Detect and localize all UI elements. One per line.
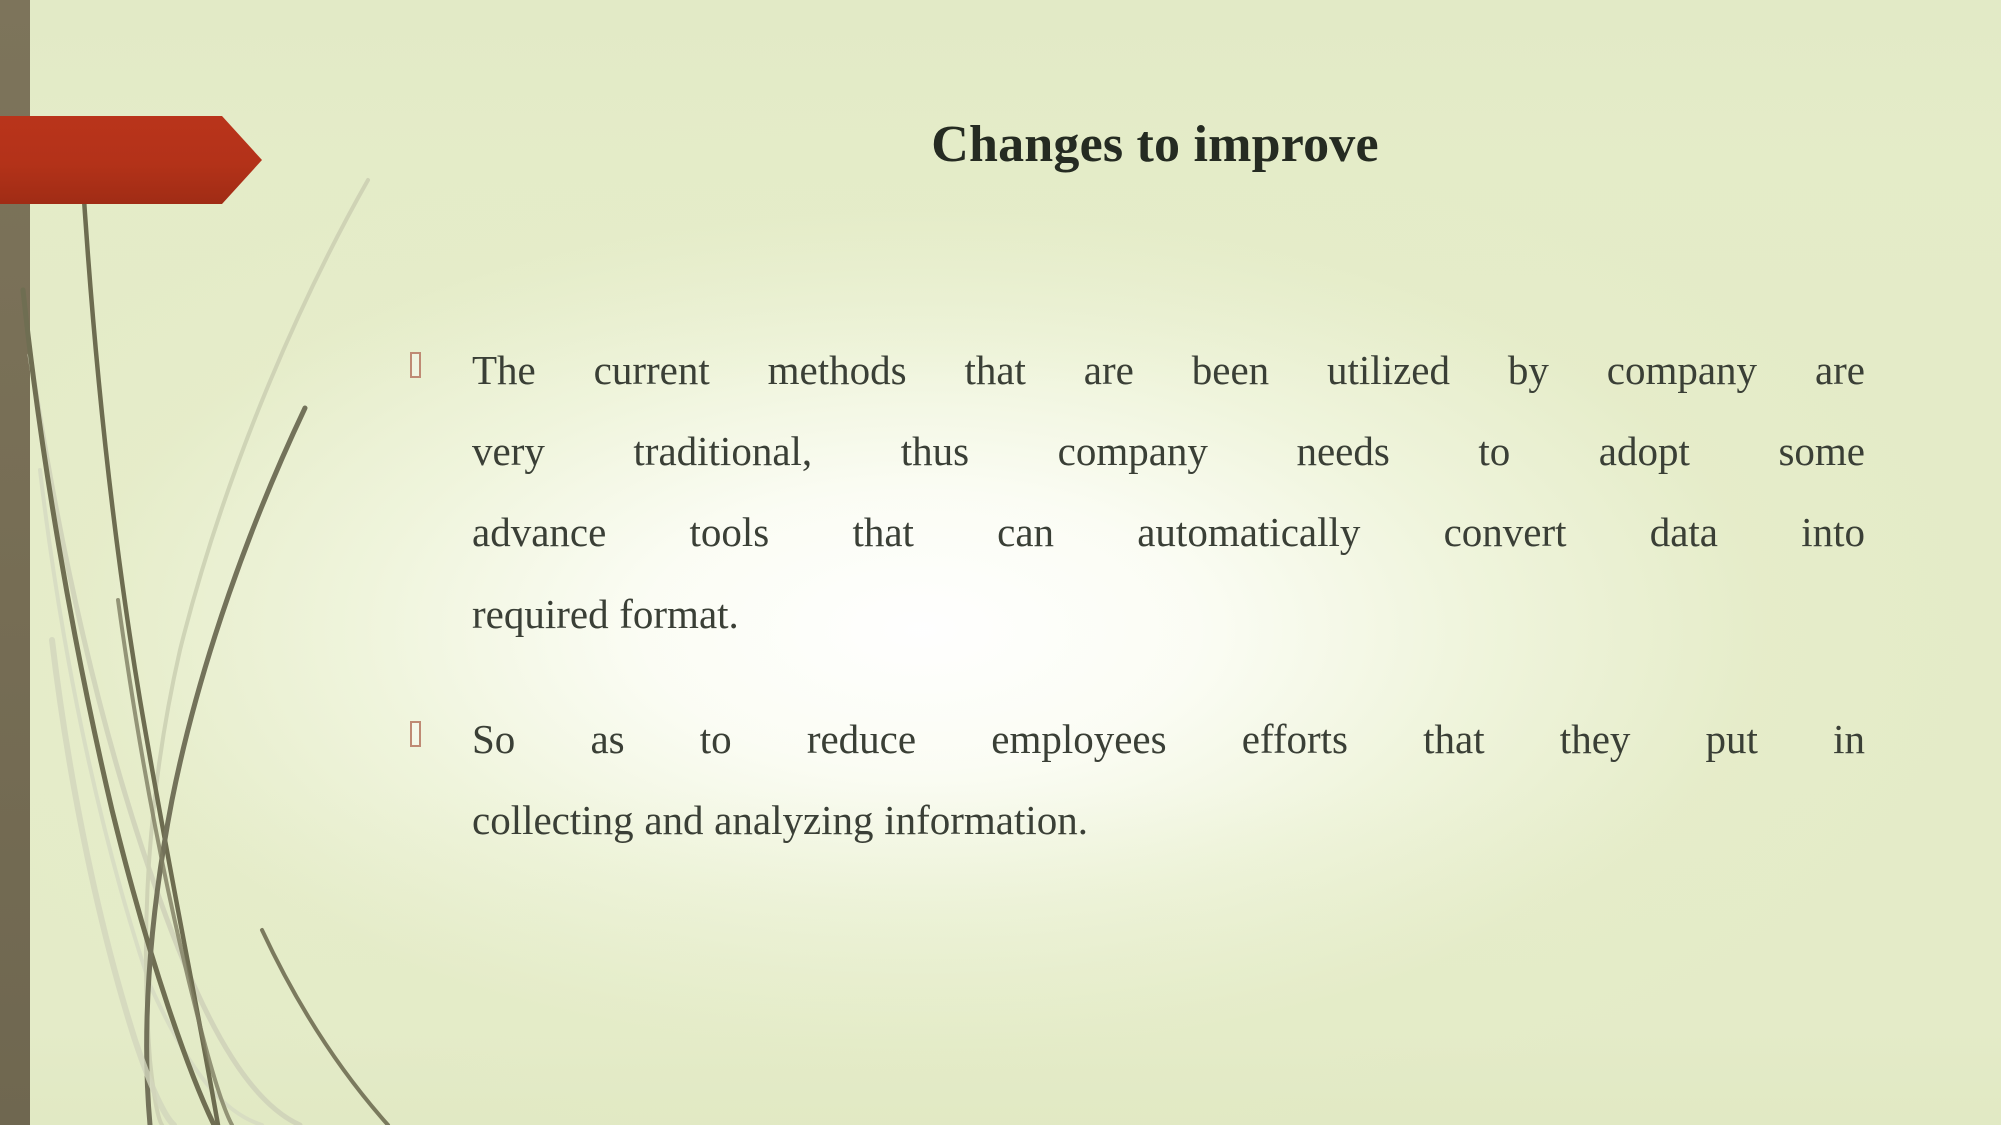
bullet-item: So as to reduce employees efforts that t… bbox=[410, 699, 1865, 861]
slide-body: The current methods that are been utiliz… bbox=[410, 330, 1865, 861]
slide-title: Changes to improve bbox=[931, 116, 1379, 173]
bullet-paragraph: So as to reduce employees efforts that t… bbox=[472, 699, 1865, 861]
bullet-line: So as to reduce employees efforts that t… bbox=[472, 715, 1865, 762]
tofu-box-bullet-icon bbox=[410, 352, 428, 383]
tofu-box-bullet-icon bbox=[410, 720, 428, 752]
bullet-item: The current methods that are been utiliz… bbox=[410, 330, 1865, 655]
bullet-paragraph: The current methods that are been utiliz… bbox=[472, 330, 1865, 655]
red-arrow-banner bbox=[0, 116, 262, 204]
bullet-line: required format. bbox=[472, 590, 739, 637]
bullet-line: very traditional, thus company needs to … bbox=[472, 428, 1865, 475]
bullet-line: advance tools that can automatically con… bbox=[472, 509, 1865, 556]
bullet-line: collecting and analyzing information. bbox=[472, 796, 1089, 843]
bullet-line: The current methods that are been utiliz… bbox=[472, 347, 1865, 393]
presentation-slide: Changes to improve The current methods t… bbox=[0, 0, 2001, 1125]
